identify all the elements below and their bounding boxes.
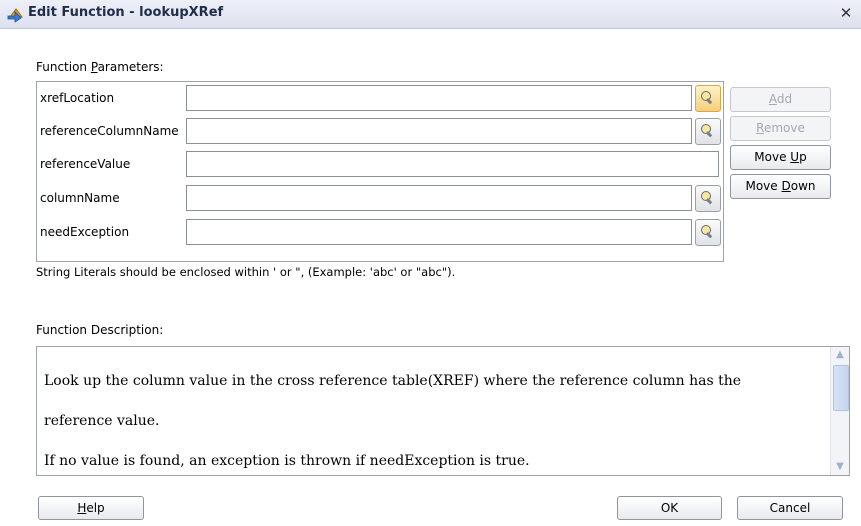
scroll-up-icon[interactable]: ▲ <box>834 349 846 361</box>
parameters-table: xrefLocation referenceColumnName referen… <box>36 81 724 262</box>
param-name: columnName <box>40 191 120 205</box>
param-name: referenceColumnName <box>40 124 179 138</box>
param-value-input[interactable] <box>186 118 692 144</box>
string-literal-hint: String Literals should be enclosed withi… <box>36 265 456 279</box>
remove-button[interactable]: Remove <box>730 116 831 141</box>
param-name: needException <box>40 225 130 239</box>
scroll-down-icon[interactable]: ▼ <box>834 461 846 473</box>
param-row-referencecolumnname: referenceColumnName <box>37 115 723 148</box>
scroll-thumb[interactable] <box>833 365 849 411</box>
flashlight-icon <box>701 124 713 138</box>
flashlight-icon <box>701 191 713 205</box>
move-down-button[interactable]: Move Down <box>730 174 831 199</box>
flashlight-icon <box>701 91 713 105</box>
browse-button[interactable] <box>695 85 721 112</box>
window-title: Edit Function - lookupXRef <box>28 5 224 20</box>
param-row-referencevalue: referenceValue <box>37 148 723 181</box>
param-value-input[interactable] <box>186 219 692 245</box>
cancel-button[interactable]: Cancel <box>737 496 843 520</box>
description-line: Look up the column value in the cross re… <box>44 373 742 389</box>
flashlight-icon <box>701 225 713 239</box>
description-scrollbar[interactable]: ▲ ▼ <box>830 347 849 475</box>
param-value-input[interactable] <box>186 185 692 211</box>
function-description-box: Look up the column value in the cross re… <box>36 346 850 476</box>
description-line: If no value is found, an exception is th… <box>44 453 530 469</box>
browse-button[interactable] <box>695 118 721 145</box>
ok-button[interactable]: OK <box>617 496 722 520</box>
param-value-input[interactable] <box>186 151 719 177</box>
close-icon[interactable]: ✕ <box>837 4 855 22</box>
function-description-label: Function Description: <box>36 323 164 337</box>
browse-button[interactable] <box>695 219 721 246</box>
move-up-button[interactable]: Move Up <box>730 145 831 170</box>
function-icon <box>7 8 23 23</box>
param-row-columnname: columnName <box>37 182 723 215</box>
param-name: referenceValue <box>40 157 131 171</box>
param-name: xrefLocation <box>40 91 115 105</box>
param-value-input[interactable] <box>186 85 692 111</box>
title-bar: Edit Function - lookupXRef ✕ <box>0 0 861 29</box>
function-parameters-label: Function Parameters: <box>36 60 164 74</box>
param-row-needexception: needException <box>37 216 723 249</box>
browse-button[interactable] <box>695 185 721 212</box>
help-button[interactable]: Help <box>38 496 144 520</box>
description-line: reference value. <box>44 413 160 429</box>
param-row-xreflocation: xrefLocation <box>37 82 723 115</box>
add-button[interactable]: Add <box>730 87 831 112</box>
